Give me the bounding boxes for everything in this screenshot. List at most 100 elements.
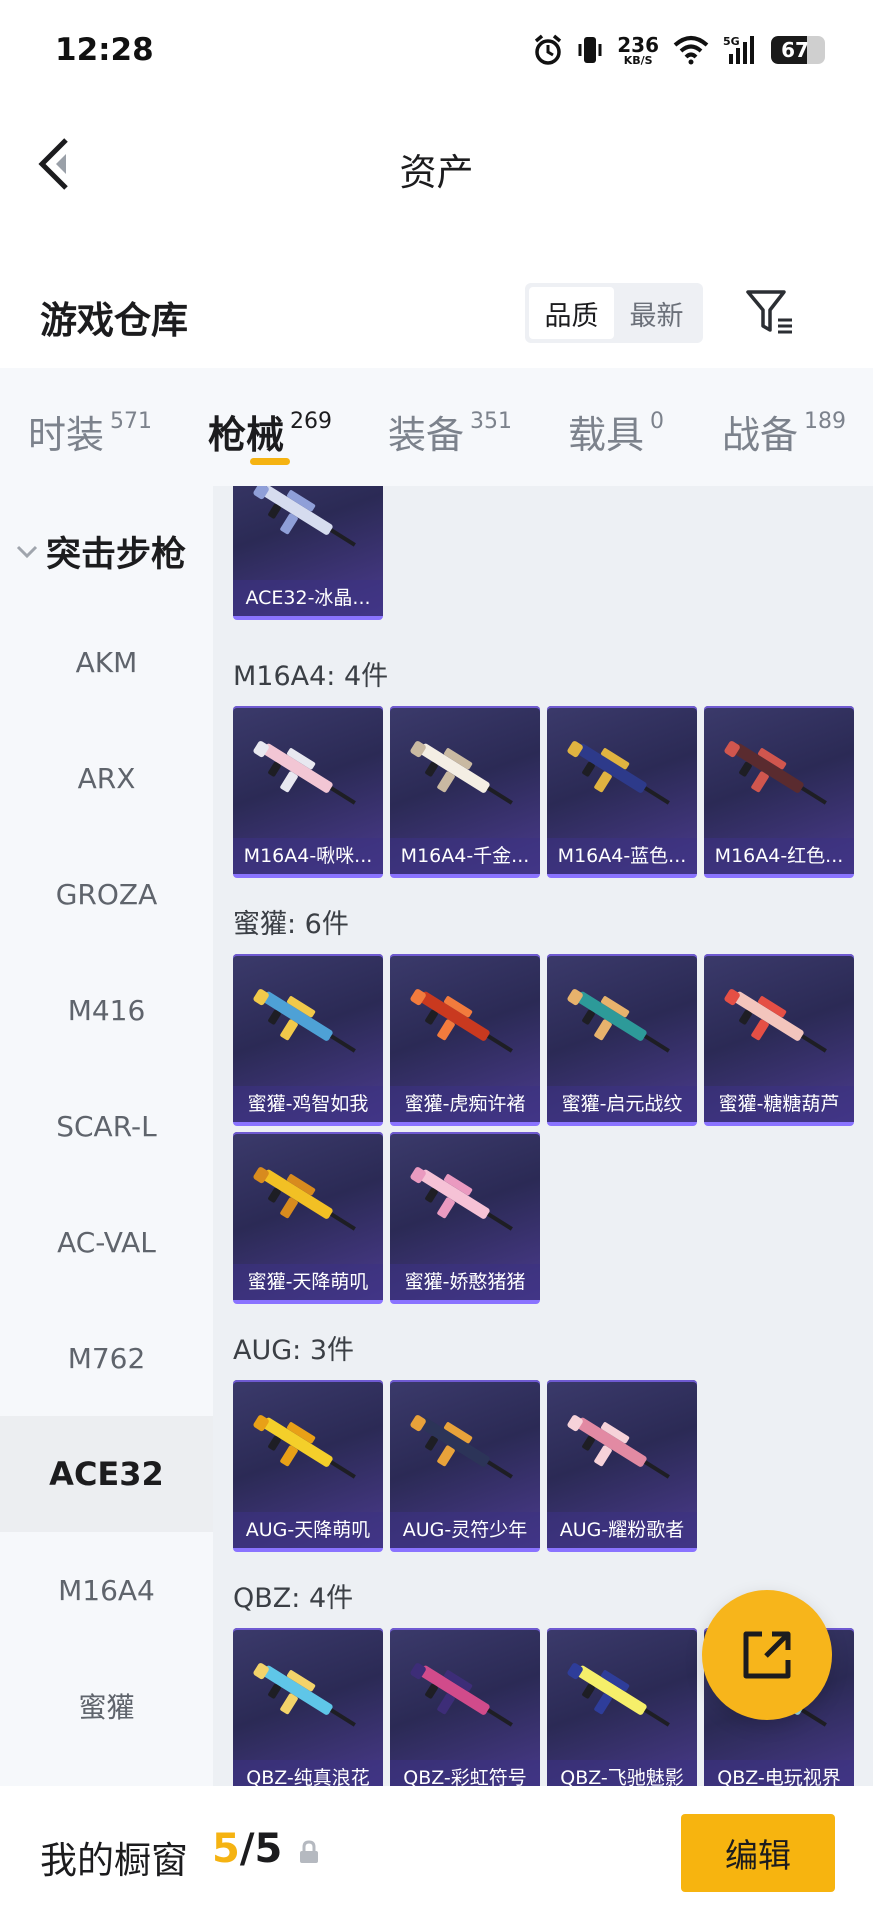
- weapon-name: 蜜獾-糖糖葫芦: [704, 1086, 854, 1122]
- weapon-name: 蜜獾-虎痴许褚: [390, 1086, 540, 1122]
- weapon-card[interactable]: 蜜獾-天降萌叽: [233, 1132, 383, 1304]
- sort-toggle: 品质 最新: [525, 283, 703, 343]
- rifle-silhouette: [253, 989, 356, 1053]
- alarm-icon: [535, 34, 562, 65]
- weapon-name: 蜜獾-启元战纹: [547, 1086, 697, 1122]
- sort-newest-option[interactable]: 最新: [614, 287, 699, 339]
- active-tab-indicator: [250, 458, 290, 465]
- weapon-card[interactable]: 蜜獾-糖糖葫芦: [704, 954, 854, 1126]
- rifle-silhouette: [410, 989, 513, 1053]
- weapon-card[interactable]: QBZ-彩虹符号: [390, 1628, 540, 1786]
- weapon-card[interactable]: 蜜獾-虎痴许褚: [390, 954, 540, 1126]
- sidebar-item[interactable]: M16A4: [0, 1532, 213, 1648]
- tab-label: 枪械: [208, 413, 285, 457]
- weapon-card[interactable]: ACE32-冰晶...: [233, 486, 383, 620]
- rifle-silhouette: [724, 989, 827, 1053]
- tab-label: 战备: [722, 413, 799, 457]
- weapon-card[interactable]: QBZ-飞驰魅影: [547, 1628, 697, 1786]
- weapon-art: [547, 716, 697, 836]
- weapon-card[interactable]: 蜜獾-鸡智如我: [233, 954, 383, 1126]
- tab-vehicles[interactable]: 载具 0: [568, 404, 664, 459]
- weapon-card[interactable]: QBZ-纯真浪花: [233, 1628, 383, 1786]
- tab-supplies[interactable]: 战备 189: [722, 404, 846, 459]
- weapon-name: AUG-灵符少年: [390, 1512, 540, 1548]
- weapon-art: [390, 1142, 540, 1262]
- sidebar-item[interactable]: M416: [0, 952, 213, 1068]
- weapon-card[interactable]: AUG-天降萌叽: [233, 1380, 383, 1552]
- weapon-art: [233, 486, 383, 578]
- net-speed: 236 KB/S: [617, 35, 659, 66]
- showcase-count-total: 5: [254, 1826, 283, 1872]
- weapon-art: [390, 1390, 540, 1510]
- net-speed-value: 236: [617, 32, 659, 57]
- weapon-name: QBZ-电玩视界: [704, 1760, 854, 1786]
- sidebar-item-selected[interactable]: ACE32: [0, 1416, 213, 1532]
- filter-button[interactable]: [744, 286, 796, 338]
- share-showcase-button[interactable]: [702, 1590, 832, 1720]
- weapon-card[interactable]: AUG-灵符少年: [390, 1380, 540, 1552]
- lock-icon: [300, 1840, 318, 1863]
- tab-fashion[interactable]: 时装 571: [28, 404, 152, 459]
- weapon-art: [547, 1390, 697, 1510]
- weapon-art: [390, 964, 540, 1084]
- tab-firearms[interactable]: 枪械 269: [208, 404, 332, 459]
- weapon-card[interactable]: 蜜獾-娇憨猪猪: [390, 1132, 540, 1304]
- rifle-silhouette: [410, 1663, 513, 1727]
- weapon-art: [547, 964, 697, 1084]
- weapon-art: [704, 716, 854, 836]
- rifle-silhouette: [253, 1167, 356, 1231]
- tab-equipment[interactable]: 装备 351: [388, 404, 512, 459]
- tab-count: 189: [804, 409, 847, 434]
- group-title: AUG: 3件: [233, 1335, 355, 1366]
- weapon-sidebar: 突击步枪 AKM ARX GROZA M416 SCAR-L AC-VAL M7…: [0, 486, 213, 1786]
- svg-text:5G: 5G: [723, 35, 740, 48]
- rifle-silhouette: [253, 741, 356, 805]
- sort-quality-option[interactable]: 品质: [529, 287, 614, 339]
- sidebar-item[interactable]: 蜜獾: [0, 1648, 213, 1764]
- sidebar-item[interactable]: ARX: [0, 720, 213, 836]
- signal-icon: 5G: [723, 35, 754, 64]
- tab-count: 571: [110, 409, 153, 434]
- weapon-name: 蜜獾-鸡智如我: [233, 1086, 383, 1122]
- sidebar-item[interactable]: GROZA: [0, 836, 213, 952]
- rifle-silhouette: [410, 741, 513, 805]
- chevron-down-icon: [16, 545, 38, 558]
- sidebar-item[interactable]: M762: [0, 1300, 213, 1416]
- weapon-card[interactable]: 蜜獾-启元战纹: [547, 954, 697, 1126]
- net-speed-unit: KB/S: [623, 53, 653, 67]
- rifle-silhouette: [253, 1663, 356, 1727]
- sidebar-item[interactable]: AC-VAL: [0, 1184, 213, 1300]
- battery-level: 67: [781, 38, 809, 62]
- rifle-silhouette: [253, 486, 356, 547]
- share-external-icon: [743, 1631, 791, 1679]
- weapon-name: AUG-天降萌叽: [233, 1512, 383, 1548]
- sidebar-group-assault-rifles[interactable]: 突击步枪: [16, 526, 186, 577]
- weapon-card[interactable]: AUG-耀粉歌者: [547, 1380, 697, 1552]
- weapon-card[interactable]: M16A4-蓝色...: [547, 706, 697, 878]
- showcase-count-current: 5: [212, 1826, 240, 1872]
- weapon-name: M16A4-千金...: [390, 838, 540, 874]
- weapon-art: [233, 1638, 383, 1758]
- sidebar-group-label: 突击步枪: [46, 535, 187, 575]
- showcase-count: 5/5: [212, 1826, 282, 1872]
- warehouse-title: 游戏仓库: [40, 299, 188, 342]
- weapon-card[interactable]: M16A4-红色...: [704, 706, 854, 878]
- wifi-icon: [673, 36, 709, 65]
- tab-label: 装备: [388, 413, 465, 457]
- sidebar-item[interactable]: AKM: [0, 604, 213, 720]
- edit-button[interactable]: 编辑: [681, 1814, 835, 1892]
- weapon-art: [233, 1390, 383, 1510]
- weapon-name: 蜜獾-娇憨猪猪: [390, 1264, 540, 1300]
- weapon-card[interactable]: M16A4-千金...: [390, 706, 540, 878]
- weapon-card[interactable]: M16A4-啾咪...: [233, 706, 383, 878]
- tab-count: 0: [650, 409, 665, 434]
- rifle-silhouette: [567, 741, 670, 805]
- filter-icon: [746, 290, 792, 334]
- status-time: 12:28: [55, 32, 154, 68]
- weapon-art: [704, 964, 854, 1084]
- rifle-silhouette: [253, 1415, 356, 1479]
- rifle-silhouette: [410, 1167, 513, 1231]
- weapon-name: ACE32-冰晶...: [233, 580, 383, 616]
- rifle-silhouette: [567, 1663, 670, 1727]
- sidebar-item[interactable]: SCAR-L: [0, 1068, 213, 1184]
